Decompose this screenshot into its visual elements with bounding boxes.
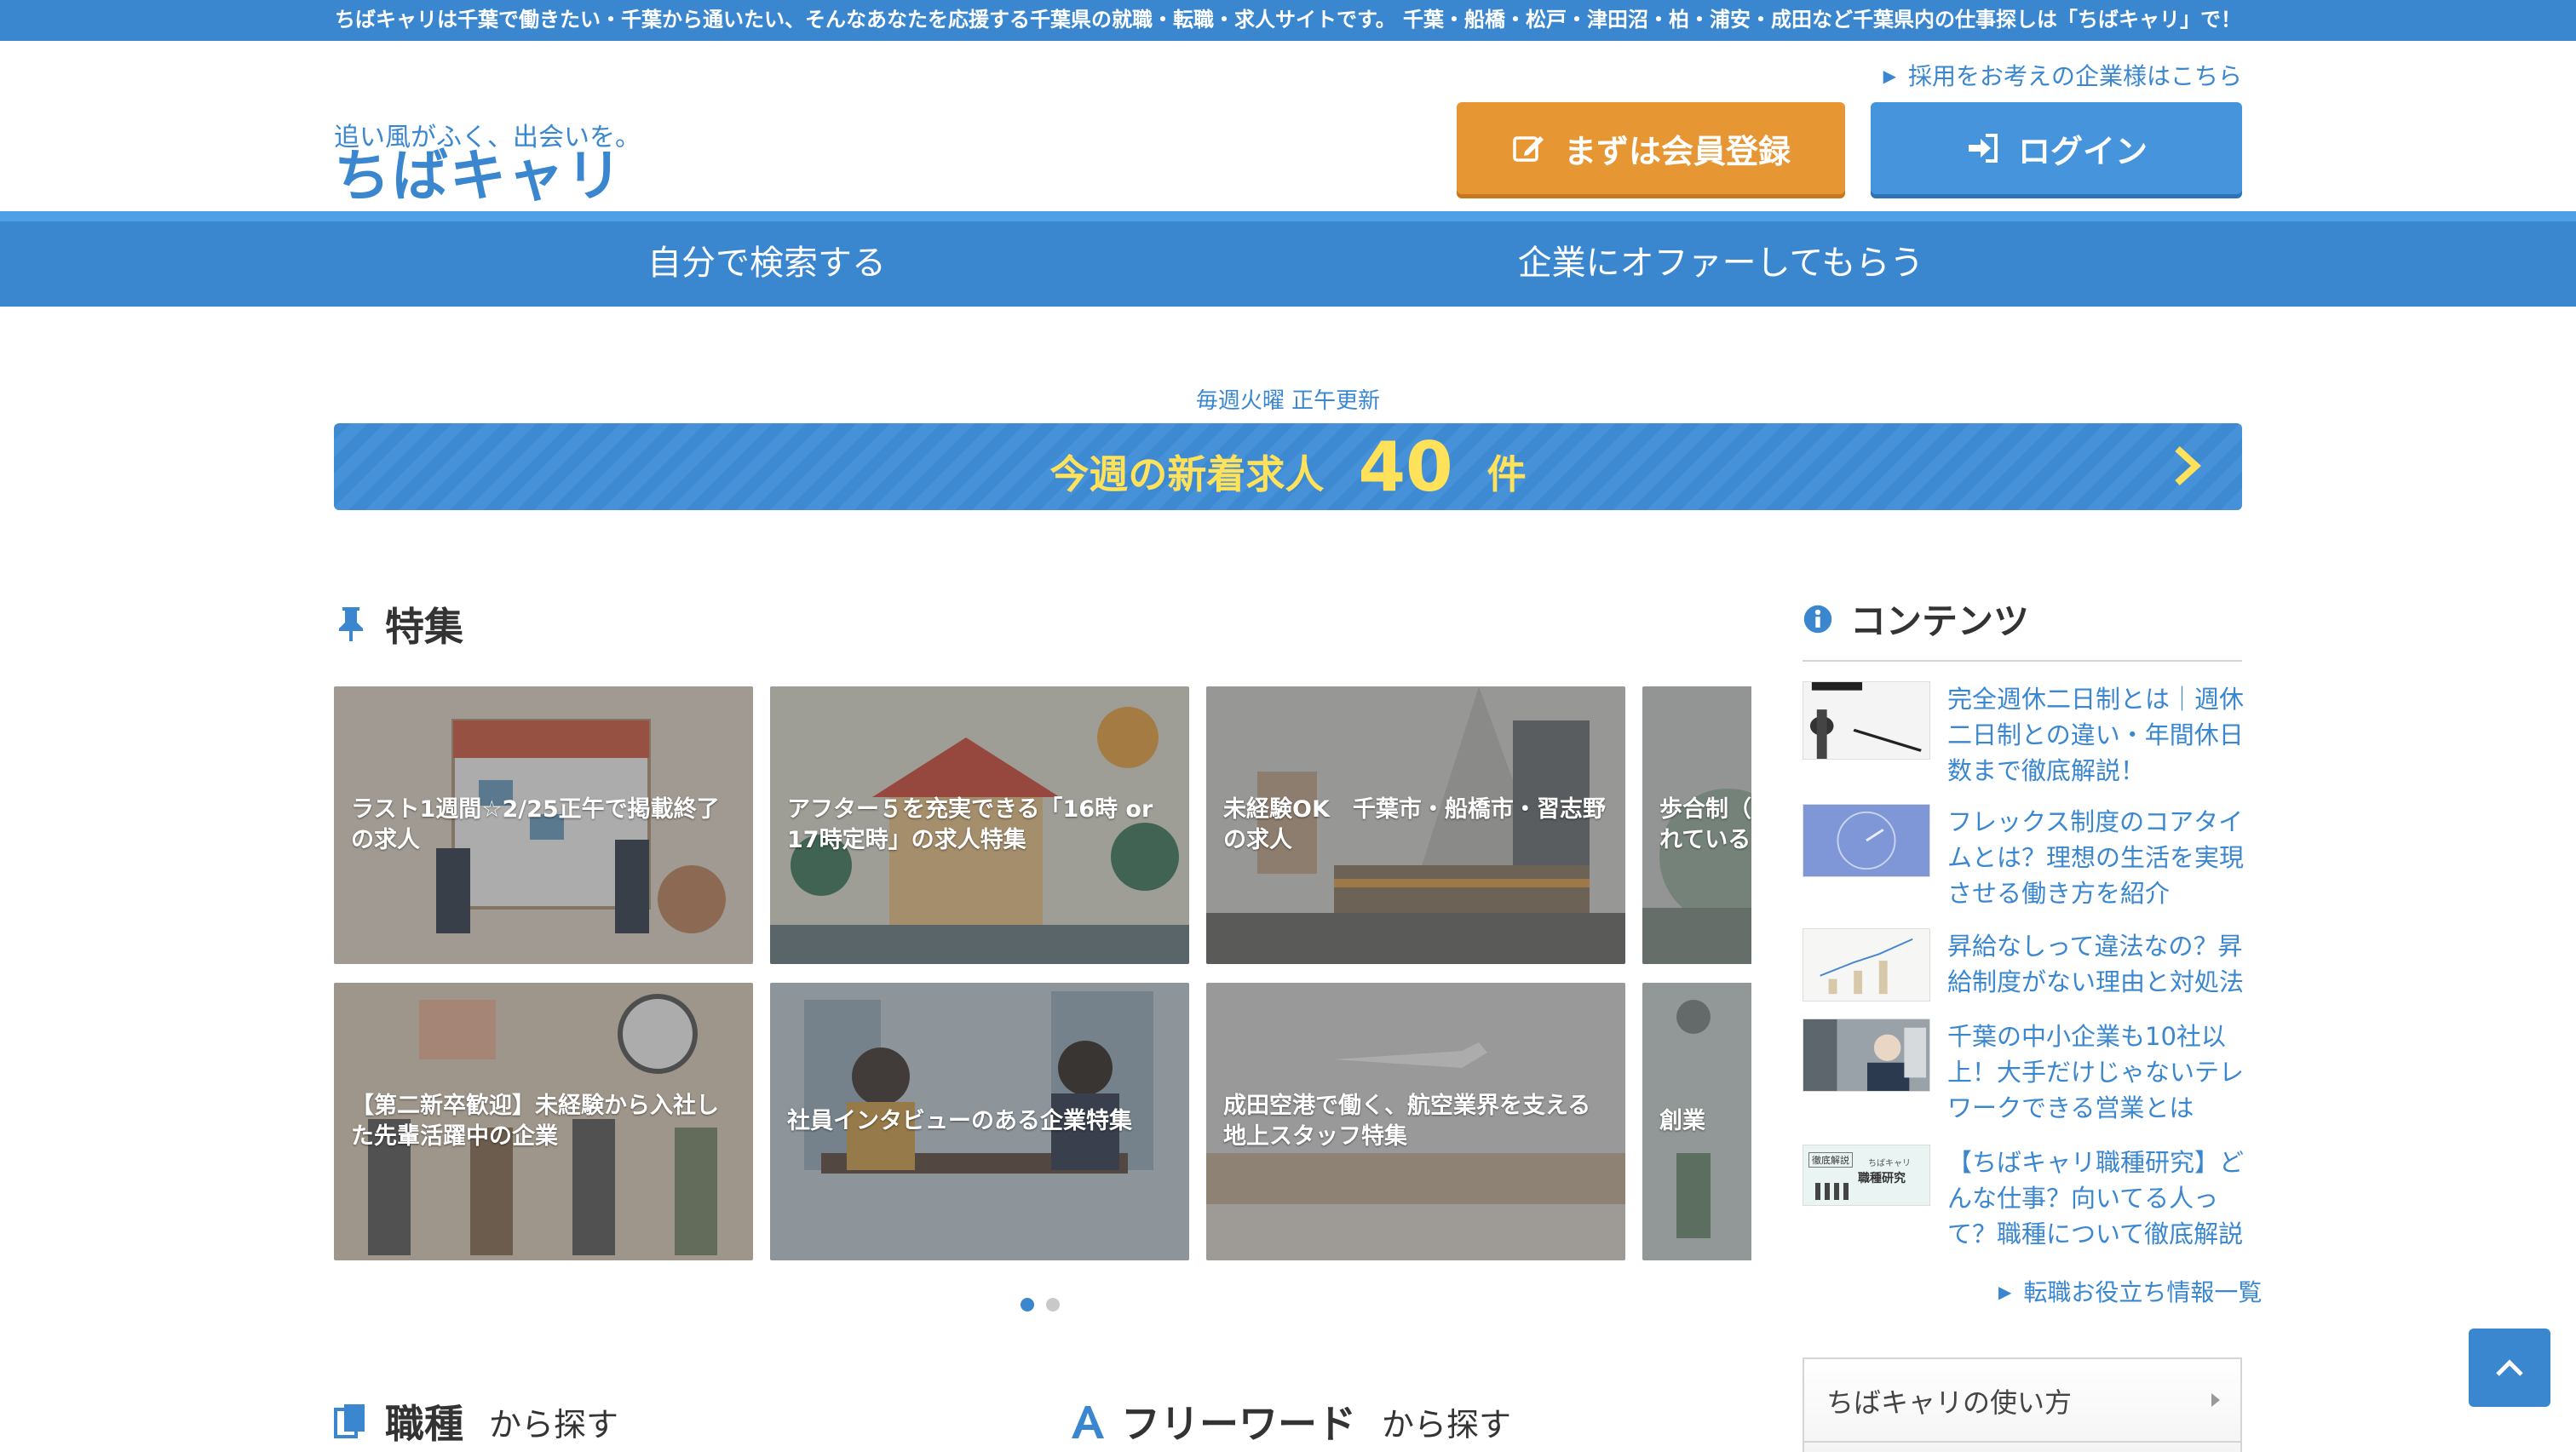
more-info-label: 転職お役立ち情報一覧 [2023, 1278, 2263, 1306]
content-thumbnail [1803, 804, 1930, 877]
contents-title: コンテンツ [1803, 593, 2242, 662]
content-item[interactable]: 昇給なしって違法なの？昇給制度がない理由と対処法 [1803, 928, 2245, 1001]
feature-card[interactable]: 創業 [1642, 983, 1751, 1260]
thumb-brand: ちばキャリ [1868, 1159, 1911, 1168]
chevron-up-icon [2496, 1359, 2523, 1376]
feature-caption: 【第二新卒歓迎】未経験から入社した先輩活躍中の企業 [351, 1093, 719, 1150]
new-jobs-banner[interactable]: 今週の新着求人 40 件 [334, 423, 2242, 510]
content-item[interactable]: フレックス制度のコアタイムとは？理想の生活を実現させる働き方を紹介 [1803, 804, 2245, 911]
nav-get-offer[interactable]: 企業にオファーしてもらう [1448, 221, 1993, 305]
feature-card[interactable]: アフター５を充実できる「16時 or 17時定時」の求人特集 [770, 686, 1189, 964]
feature-card[interactable]: 歩合制（インセンティブ）が採用されている [1642, 686, 1751, 964]
carousel-dot[interactable] [1046, 1298, 1060, 1311]
feature-card[interactable]: 成田空港で働く、航空業界を支える地上スタッフ特集 [1206, 983, 1625, 1260]
features-carousel: ラスト1週間☆2/25正午で掲載終了の求人 アフター５を充実できる「16時 or… [334, 686, 1751, 1260]
letter-a-icon [1072, 1406, 1104, 1438]
new-jobs-count: 40 [1358, 427, 1453, 507]
features-title-text: 特集 [385, 604, 463, 650]
content-thumbnail [1803, 928, 1930, 1001]
corporate-link[interactable]: ▶ 採用をお考えの企業様はこちら [1883, 58, 2242, 92]
job-type-sub: から探す [489, 1405, 619, 1443]
register-label: まずは会員登録 [1563, 132, 1791, 170]
feature-caption: 歩合制（インセンティブ）が採用されている [1659, 796, 1751, 853]
features-title: 特集 [334, 596, 463, 652]
thumb-title: 職種研究 [1858, 1172, 1906, 1185]
site-intro-text: ちばキャリは千葉で働きたい・千葉から通いたい、そんなあなたを応援する千葉県の就職… [335, 8, 2241, 32]
back-to-top-button[interactable] [2469, 1329, 2550, 1407]
content-item-title: フレックス制度のコアタイムとは？理想の生活を実現させる働き方を紹介 [1947, 807, 2245, 908]
content-thumbnail [1803, 681, 1930, 760]
nav-search-self[interactable]: 自分で検索する [545, 221, 988, 305]
freeword-sub: から探す [1382, 1405, 1512, 1443]
guide-box[interactable]: ちばキャリの使い方 [1803, 1357, 2242, 1452]
caret-right-icon [2211, 1393, 2220, 1407]
content-thumbnail: 徹底解説 ちばキャリ 職種研究 [1803, 1145, 1930, 1206]
chevron-right-icon [2175, 446, 2201, 485]
job-type-search-title: 職種 から探す [334, 1393, 618, 1449]
content-item-title: 昇給なしって違法なの？昇給制度がない理由と対処法 [1947, 932, 2245, 996]
freeword-search-title: フリーワード から探す [1070, 1393, 1511, 1449]
documents-icon [334, 1404, 365, 1438]
carousel-dot-active[interactable] [1021, 1298, 1034, 1311]
content-item[interactable]: 完全週休二日制とは｜週休二日制との違い・年間休日数まで徹底解説！ [1803, 681, 2245, 789]
logo-text: ちばキャリ [334, 143, 624, 209]
content-item-title: 千葉の中小企業も10社以上！大手だけじゃないテレワークできる営業とは [1947, 1022, 2245, 1122]
content-item-title: 完全週休二日制とは｜週休二日制との違い・年間休日数まで徹底解説！ [1947, 685, 2245, 785]
sign-in-icon [1968, 134, 1998, 163]
thumb-badge: 徹底解説 [1808, 1152, 1853, 1168]
register-button[interactable]: まずは会員登録 [1457, 102, 1845, 194]
site-intro-bar: ちばキャリは千葉で働きたい・千葉から通いたい、そんなあなたを応援する千葉県の就職… [0, 0, 2576, 41]
content-item-title: 【ちばキャリ職種研究】どんな仕事？向いてる人って？職種について徹底解説 [1947, 1148, 2245, 1248]
feature-card[interactable]: 【第二新卒歓迎】未経験から入社した先輩活躍中の企業 [334, 983, 753, 1260]
feature-caption: ラスト1週間☆2/25正午で掲載終了の求人 [351, 796, 720, 853]
login-label: ログイン [2017, 132, 2148, 170]
feature-card[interactable]: 社員インタビューのある企業特集 [770, 983, 1189, 1260]
contents-title-text: コンテンツ [1850, 600, 2030, 642]
update-note: 毎週火曜 正午更新 [1195, 388, 1381, 414]
content-thumbnail [1803, 1019, 1930, 1092]
feature-caption: 成田空港で働く、航空業界を支える地上スタッフ特集 [1223, 1093, 1591, 1150]
new-jobs-prefix: 今週の新着求人 [1049, 451, 1325, 497]
pin-icon [339, 607, 363, 641]
carousel-pagination [1021, 1298, 1060, 1311]
feature-card[interactable]: 未経験OK 千葉市・船橋市・習志野の求人 [1206, 686, 1625, 964]
caret-right-icon: ▶ [1998, 1282, 2012, 1302]
more-info-link[interactable]: ▶ 転職お役立ち情報一覧 [1998, 1274, 2262, 1308]
feature-caption: 創業 [1659, 1108, 1705, 1134]
main-nav: 自分で検索する 企業にオファーしてもらう [0, 211, 2576, 307]
content-item[interactable]: 徹底解説 ちばキャリ 職種研究 【ちばキャリ職種研究】どんな仕事？向いてる人って… [1803, 1145, 2245, 1252]
info-icon [1803, 605, 1832, 633]
feature-card[interactable]: ラスト1週間☆2/25正午で掲載終了の求人 [334, 686, 753, 964]
new-jobs-unit: 件 [1486, 451, 1527, 497]
site-logo[interactable]: 追い風がふく、出会いを。 ちばキャリ [334, 75, 641, 209]
edit-icon [1513, 136, 1544, 162]
content-item[interactable]: 千葉の中小企業も10社以上！大手だけじゃないテレワークできる営業とは [1803, 1019, 2245, 1126]
corporate-link-label: 採用をお考えの企業様はこちら [1907, 62, 2242, 90]
feature-caption: 未経験OK 千葉市・船橋市・習志野の求人 [1223, 796, 1606, 853]
freeword-title: フリーワード [1121, 1401, 1356, 1447]
feature-caption: アフター５を充実できる「16時 or 17時定時」の求人特集 [787, 796, 1153, 853]
job-type-title: 職種 [385, 1401, 463, 1447]
guide-label: ちばキャリの使い方 [1826, 1386, 2073, 1419]
caret-right-icon: ▶ [1883, 66, 1896, 86]
feature-caption: 社員インタビューのある企業特集 [787, 1108, 1132, 1134]
site-header: 追い風がふく、出会いを。 ちばキャリ ▶ 採用をお考えの企業様はこちら まずは会員… [0, 41, 2576, 211]
login-button[interactable]: ログイン [1871, 102, 2242, 194]
